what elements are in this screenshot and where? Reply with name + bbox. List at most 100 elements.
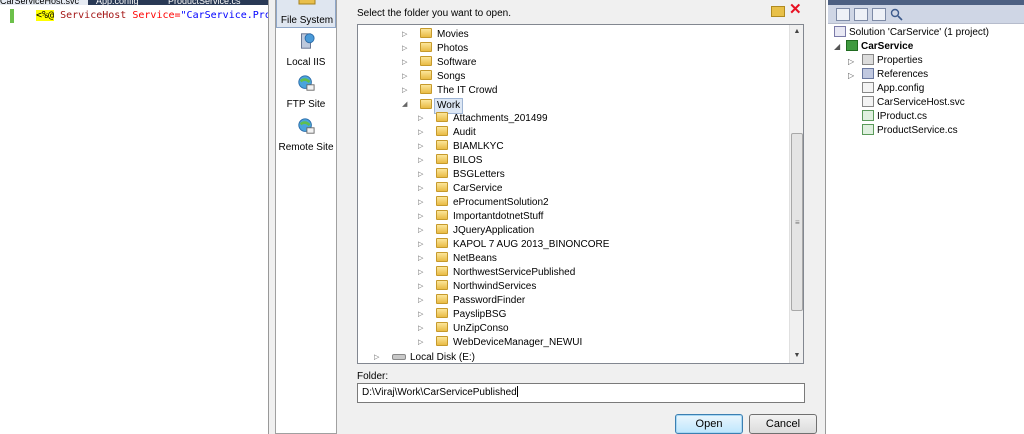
expand-arrow-icon[interactable]: ▷	[418, 322, 423, 336]
expand-arrow-icon[interactable]: ▷	[418, 252, 423, 266]
properties-toolbar-icon[interactable]	[836, 8, 850, 21]
expand-arrow-icon[interactable]: ▷	[418, 154, 423, 168]
tree-node-child[interactable]: ▷ BILOS	[418, 154, 482, 168]
place-label: Local IIS	[286, 57, 326, 68]
code-text: <%@ ServiceHost Service="CarService.Prod…	[36, 9, 289, 23]
solution-item-appconfig[interactable]: App.config	[862, 82, 924, 96]
tree-node-child[interactable]: ▷ CarService	[418, 182, 502, 196]
expand-arrow-icon[interactable]: ▷	[418, 168, 423, 182]
expand-arrow-icon[interactable]: ▷	[418, 112, 423, 126]
collapse-arrow-icon[interactable]: ◢	[402, 98, 407, 112]
folder-icon	[436, 280, 448, 290]
scroll-down-icon[interactable]: ▼	[790, 349, 803, 363]
collapse-arrow-icon[interactable]: ◢	[834, 42, 840, 51]
tree-node-child[interactable]: ▷ Attachments_201499	[418, 112, 548, 126]
tree-node-child[interactable]: ▷ WebDeviceManager_NEWUI	[418, 336, 582, 350]
expand-arrow-icon[interactable]: ▷	[418, 280, 423, 294]
tree-node-child[interactable]: ▷ BSGLetters	[418, 168, 505, 182]
tree-node-child[interactable]: ▷ NorthwestServicePublished	[418, 266, 575, 280]
folder-icon	[436, 266, 448, 276]
ftp-site-icon	[298, 75, 315, 91]
tree-node-child[interactable]: ▷ UnZipConso	[418, 322, 509, 336]
place-local-iis[interactable]: Local IIS	[276, 30, 336, 70]
solution-explorer: Solution 'CarService' (1 project) ◢ CarS…	[828, 0, 1024, 434]
editor-tab-appconfig[interactable]: App.config	[96, 0, 156, 5]
expand-arrow-icon[interactable]: ▷	[418, 196, 423, 210]
expand-arrow-icon[interactable]: ▷	[402, 42, 407, 56]
solution-icon	[834, 26, 846, 37]
show-all-files-icon[interactable]	[854, 8, 868, 21]
expand-arrow-icon[interactable]: ▷	[418, 210, 423, 224]
tree-node-the-it-crowd[interactable]: ▷ The IT Crowd	[402, 84, 497, 98]
editor-tab-productservice[interactable]: ProductService.cs	[168, 0, 248, 5]
tree-node-child[interactable]: ▷ PayslipBSG	[418, 308, 506, 322]
expand-arrow-icon[interactable]: ▷	[402, 70, 407, 84]
new-folder-icon[interactable]	[771, 6, 785, 17]
scroll-up-icon[interactable]: ▲	[790, 25, 803, 39]
expand-arrow-icon[interactable]: ▷	[402, 84, 407, 98]
expand-arrow-icon[interactable]: ▷	[848, 71, 854, 80]
expand-arrow-icon[interactable]: ▷	[418, 308, 423, 322]
tree-node-child[interactable]: ▷ NetBeans	[418, 252, 497, 266]
place-ftp-site[interactable]: FTP Site	[276, 72, 336, 112]
tree-node-child[interactable]: ▷ PasswordFinder	[418, 294, 526, 308]
code-editor[interactable]: CarServiceHost.svc App.config ProductSer…	[0, 0, 289, 434]
folder-tree[interactable]: ▷ Movies ▷ Photos ▷ Software ▷ Songs ▷ The IT…	[357, 24, 804, 364]
solution-item-carservicehost[interactable]: CarServiceHost.svc	[862, 96, 965, 110]
tree-node-work[interactable]: ◢ Work	[402, 98, 464, 114]
tree-node-child[interactable]: ▷ ImportantdotnetStuff	[418, 210, 543, 224]
solution-item-iproduct[interactable]: IProduct.cs	[862, 110, 927, 124]
project-node[interactable]: CarService	[846, 40, 913, 54]
folder-icon	[436, 112, 448, 122]
expand-arrow-icon[interactable]: ▷	[402, 56, 407, 70]
tree-node-songs[interactable]: ▷ Songs	[402, 70, 466, 84]
solution-item-label: References	[877, 69, 929, 80]
solution-item-label: App.config	[877, 83, 925, 94]
tree-node-local-disk-e[interactable]: ▷ Local Disk (E:)	[374, 351, 475, 363]
open-button[interactable]: Open	[675, 414, 743, 434]
refresh-icon[interactable]	[872, 8, 886, 21]
solution-item-properties[interactable]: Properties	[862, 54, 923, 68]
editor-tab-carservicehost[interactable]: CarServiceHost.svc	[0, 0, 88, 5]
expand-arrow-icon[interactable]: ▷	[848, 57, 854, 66]
expand-arrow-icon[interactable]: ▷	[402, 28, 407, 42]
expand-arrow-icon[interactable]: ▷	[418, 182, 423, 196]
expand-arrow-icon[interactable]: ▷	[418, 140, 423, 154]
tree-node-photos[interactable]: ▷ Photos	[402, 42, 469, 56]
expand-arrow-icon[interactable]: ▷	[418, 238, 423, 252]
tree-scrollbar[interactable]: ▲ ≡ ▼	[789, 25, 803, 363]
expand-arrow-icon[interactable]: ▷	[418, 294, 423, 308]
tree-node-label: Photos	[437, 43, 469, 54]
dialog-prompt: Select the folder you want to open.	[357, 8, 511, 19]
tree-node-label: PasswordFinder	[453, 295, 526, 306]
tree-node-software[interactable]: ▷ Software	[402, 56, 476, 70]
expand-arrow-icon[interactable]: ▷	[418, 126, 423, 140]
tree-node-child[interactable]: ▷ JQueryApplication	[418, 224, 534, 238]
place-label: FTP Site	[286, 99, 326, 110]
scrollbar-thumb[interactable]: ≡	[791, 133, 803, 311]
place-remote-site[interactable]: Remote Site	[276, 114, 336, 154]
expand-arrow-icon[interactable]: ▷	[418, 224, 423, 238]
tree-node-child[interactable]: ▷ KAPOL 7 AUG 2013_BINONCORE	[418, 238, 609, 252]
folder-icon	[420, 84, 432, 94]
tree-node-label: NetBeans	[453, 253, 497, 264]
cancel-button[interactable]: Cancel	[749, 414, 817, 434]
expand-arrow-icon[interactable]: ▷	[418, 266, 423, 280]
folder-path-input[interactable]: D:\Viraj\Work\CarServicePublished	[357, 383, 805, 403]
expand-arrow-icon[interactable]: ▷	[418, 336, 423, 350]
expand-arrow-icon[interactable]: ▷	[374, 351, 379, 363]
solution-item-productservice[interactable]: ProductService.cs	[862, 124, 958, 138]
place-file-system[interactable]: File System	[276, 0, 336, 28]
tree-node-movies[interactable]: ▷ Movies	[402, 28, 469, 42]
solution-node[interactable]: Solution 'CarService' (1 project)	[834, 26, 989, 40]
delete-icon[interactable]: ✕	[789, 2, 802, 17]
solution-item-references[interactable]: References	[862, 68, 928, 82]
tree-node-child[interactable]: ▷ NorthwindServices	[418, 280, 536, 294]
tree-node-child[interactable]: ▷ BIAMLKYC	[418, 140, 504, 154]
tree-node-child[interactable]: ▷ Audit	[418, 126, 476, 140]
view-class-diagram-icon[interactable]	[890, 8, 904, 21]
svc-file-icon	[862, 96, 874, 107]
tree-node-child[interactable]: ▷ eProcumentSolution2	[418, 196, 549, 210]
tree-node-label: Songs	[437, 71, 466, 82]
change-indicator-bar	[10, 9, 14, 23]
